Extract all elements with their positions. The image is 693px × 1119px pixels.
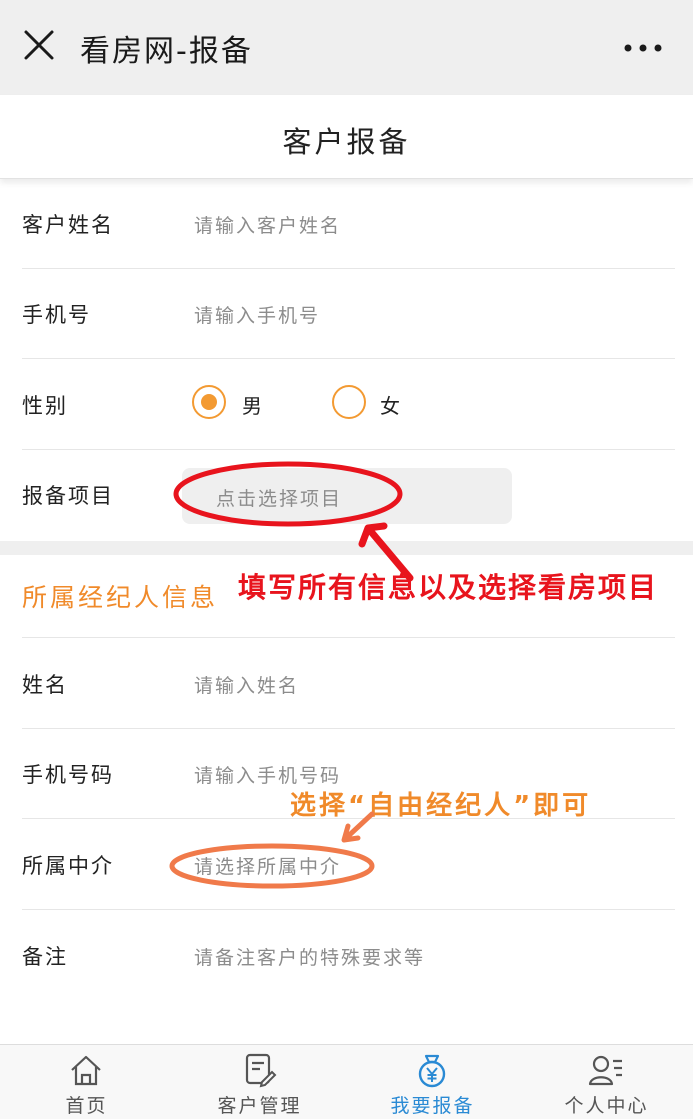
customer-name-row: 客户姓名 请输入客户姓名 xyxy=(22,179,675,269)
tab-profile[interactable]: 个人中心 xyxy=(520,1045,693,1119)
project-select-placeholder: 点击选择项目 xyxy=(216,488,343,510)
tab-home-label: 首页 xyxy=(65,1095,108,1117)
agency-select[interactable]: 请选择所属中介 xyxy=(194,852,341,879)
customer-name-input[interactable]: 请输入客户姓名 xyxy=(194,211,341,238)
annotation-red-text: 填写所有信息以及选择看房项目 xyxy=(238,571,659,604)
customer-phone-label: 手机号 xyxy=(22,303,91,327)
gender-female-radio[interactable] xyxy=(332,385,366,419)
remark-label: 备注 xyxy=(22,945,68,969)
gender-female-label[interactable]: 女 xyxy=(380,390,400,419)
edit-document-icon xyxy=(240,1051,278,1089)
page-header: 客户报备 xyxy=(0,95,693,179)
annotation-orange-text: 选择“自由经纪人”即可 xyxy=(290,791,592,821)
close-icon[interactable] xyxy=(22,28,56,62)
gender-row: 性别 男 女 xyxy=(22,360,675,450)
tab-customer-management-label: 客户管理 xyxy=(217,1095,302,1117)
customer-phone-input[interactable]: 请输入手机号 xyxy=(194,301,320,328)
customer-phone-row: 手机号 请输入手机号 xyxy=(22,269,675,359)
customer-name-label: 客户姓名 xyxy=(22,213,114,237)
tab-report-label: 我要报备 xyxy=(390,1095,475,1117)
project-label: 报备项目 xyxy=(22,484,114,508)
agency-row: 所属中介 请选择所属中介 xyxy=(22,820,675,910)
top-bar: 看房网-报备 xyxy=(0,0,693,95)
tab-customer-management[interactable]: 客户管理 xyxy=(173,1045,346,1119)
agent-phone-label: 手机号码 xyxy=(22,763,114,787)
page-title: 客户报备 xyxy=(282,125,411,159)
gender-male-label[interactable]: 男 xyxy=(242,390,262,419)
agent-name-row: 姓名 请输入姓名 xyxy=(22,639,675,729)
more-options-icon[interactable] xyxy=(623,40,663,54)
gender-male-radio[interactable] xyxy=(192,385,226,419)
remark-row: 备注 请备注客户的特殊要求等 xyxy=(22,911,675,1001)
gender-label: 性别 xyxy=(22,394,68,418)
agent-phone-input[interactable]: 请输入手机号码 xyxy=(194,761,341,788)
remark-input[interactable]: 请备注客户的特殊要求等 xyxy=(194,943,425,970)
tab-profile-label: 个人中心 xyxy=(564,1095,649,1117)
tab-home[interactable]: 首页 xyxy=(0,1045,173,1119)
money-bag-icon xyxy=(413,1051,451,1089)
agency-label: 所属中介 xyxy=(22,854,114,878)
project-select[interactable]: 点击选择项目 xyxy=(182,468,512,524)
user-list-icon xyxy=(587,1051,625,1089)
agent-name-input[interactable]: 请输入姓名 xyxy=(194,671,299,698)
radio-selected-dot xyxy=(201,394,217,410)
tab-report[interactable]: 我要报备 xyxy=(346,1045,519,1119)
agent-name-label: 姓名 xyxy=(22,673,68,697)
home-icon xyxy=(67,1051,105,1089)
project-row: 报备项目 点击选择项目 xyxy=(22,450,675,540)
bottom-tab-bar: 首页 客户管理 我要报备 个人中心 xyxy=(0,1044,693,1119)
window-title: 看房网-报备 xyxy=(80,34,253,69)
